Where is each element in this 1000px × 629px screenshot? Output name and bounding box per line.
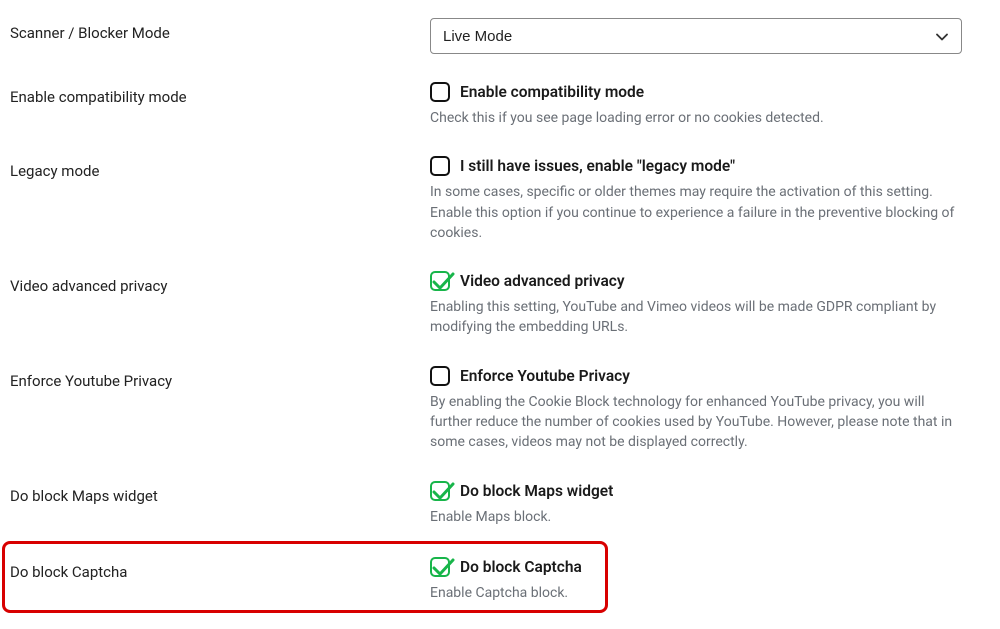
desc-yt-privacy: By enabling the Cookie Block technology …	[430, 392, 962, 453]
checkbox-block-maps[interactable]	[430, 481, 450, 501]
check-label-block-maps: Do block Maps widget	[460, 482, 613, 500]
row-yt-privacy: Enforce Youtube Privacy Enforce Youtube …	[10, 366, 990, 453]
label-block-captcha: Do block Captcha	[10, 557, 430, 581]
privacy-settings-form: Scanner / Blocker Mode Live Mode Enable …	[0, 0, 1000, 629]
checkbox-block-captcha[interactable]	[430, 557, 450, 577]
scanner-mode-select-wrap: Live Mode	[430, 18, 962, 54]
label-block-maps: Do block Maps widget	[10, 481, 430, 505]
label-scanner-mode: Scanner / Blocker Mode	[10, 18, 430, 42]
row-block-maps: Do block Maps widget Do block Maps widge…	[10, 481, 990, 527]
label-video-privacy: Video advanced privacy	[10, 271, 430, 295]
checkbox-legacy-mode[interactable]	[430, 156, 450, 176]
row-compat-mode: Enable compatibility mode Enable compati…	[10, 82, 990, 128]
desc-legacy-mode: In some cases, specific or older themes …	[430, 182, 962, 243]
check-label-legacy-mode: I still have issues, enable "legacy mode…	[460, 157, 735, 175]
check-label-compat-mode: Enable compatibility mode	[460, 83, 644, 101]
row-video-privacy: Video advanced privacy Video advanced pr…	[10, 271, 990, 338]
checkbox-video-privacy[interactable]	[430, 271, 450, 291]
row-scanner-mode: Scanner / Blocker Mode Live Mode	[10, 18, 990, 54]
desc-block-captcha: Enable Captcha block.	[430, 583, 962, 603]
desc-block-maps: Enable Maps block.	[430, 507, 962, 527]
check-label-video-privacy: Video advanced privacy	[460, 272, 625, 290]
row-block-captcha: Do block Captcha Do block Captcha Enable…	[10, 543, 990, 609]
scanner-mode-select[interactable]: Live Mode	[430, 18, 962, 54]
check-label-block-captcha: Do block Captcha	[460, 558, 582, 576]
check-icon	[431, 480, 455, 504]
desc-video-privacy: Enabling this setting, YouTube and Vimeo…	[430, 297, 962, 338]
checkbox-compat-mode[interactable]	[430, 82, 450, 102]
check-label-yt-privacy: Enforce Youtube Privacy	[460, 367, 630, 385]
check-icon	[431, 270, 455, 294]
label-legacy-mode: Legacy mode	[10, 156, 430, 180]
desc-compat-mode: Check this if you see page loading error…	[430, 108, 962, 128]
checkbox-yt-privacy[interactable]	[430, 366, 450, 386]
row-legacy-mode: Legacy mode I still have issues, enable …	[10, 156, 990, 243]
label-compat-mode: Enable compatibility mode	[10, 82, 430, 106]
check-icon	[431, 556, 455, 580]
label-yt-privacy: Enforce Youtube Privacy	[10, 366, 430, 390]
